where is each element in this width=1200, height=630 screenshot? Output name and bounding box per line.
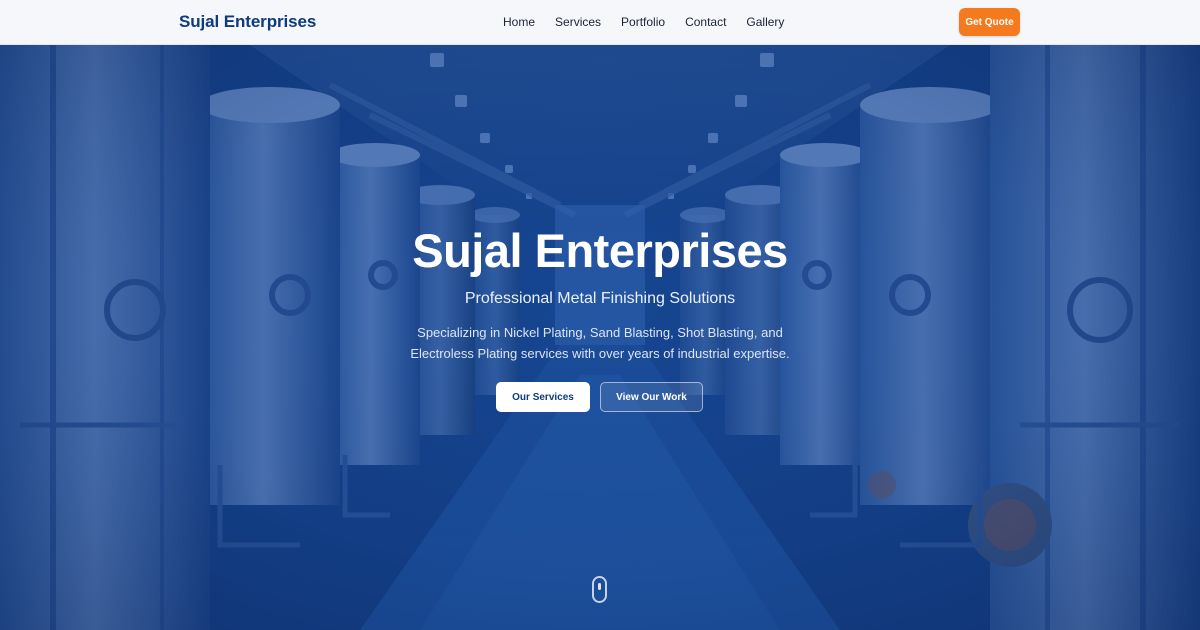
nav-link-home[interactable]: Home	[503, 15, 535, 29]
nav-links: Home Services Portfolio Contact Gallery	[503, 15, 804, 29]
hero-subtitle: Professional Metal Finishing Solutions	[464, 290, 736, 307]
hero-section: Sujal Enterprises Professional Metal Fin…	[0, 45, 1200, 630]
nav-link-portfolio[interactable]: Portfolio	[621, 15, 665, 29]
our-services-button[interactable]: Our Services	[496, 382, 590, 412]
hero-description: Specializing in Nickel Plating, Sand Bla…	[410, 325, 790, 361]
nav-link-services[interactable]: Services	[555, 15, 601, 29]
scroll-wheel-dot	[598, 583, 601, 590]
hero-content: Sujal Enterprises Professional Metal Fin…	[0, 45, 1200, 630]
navbar: Sujal Enterprises Home Services Portfoli…	[0, 0, 1200, 45]
view-our-work-button[interactable]: View Our Work	[600, 382, 703, 412]
brand-logo[interactable]: Sujal Enterprises	[179, 12, 316, 32]
get-quote-button[interactable]: Get Quote	[959, 8, 1020, 36]
nav-link-gallery[interactable]: Gallery	[746, 15, 784, 29]
nav-link-contact[interactable]: Contact	[685, 15, 726, 29]
hero-title: Sujal Enterprises	[412, 224, 788, 277]
mouse-scroll-icon[interactable]	[592, 576, 607, 603]
